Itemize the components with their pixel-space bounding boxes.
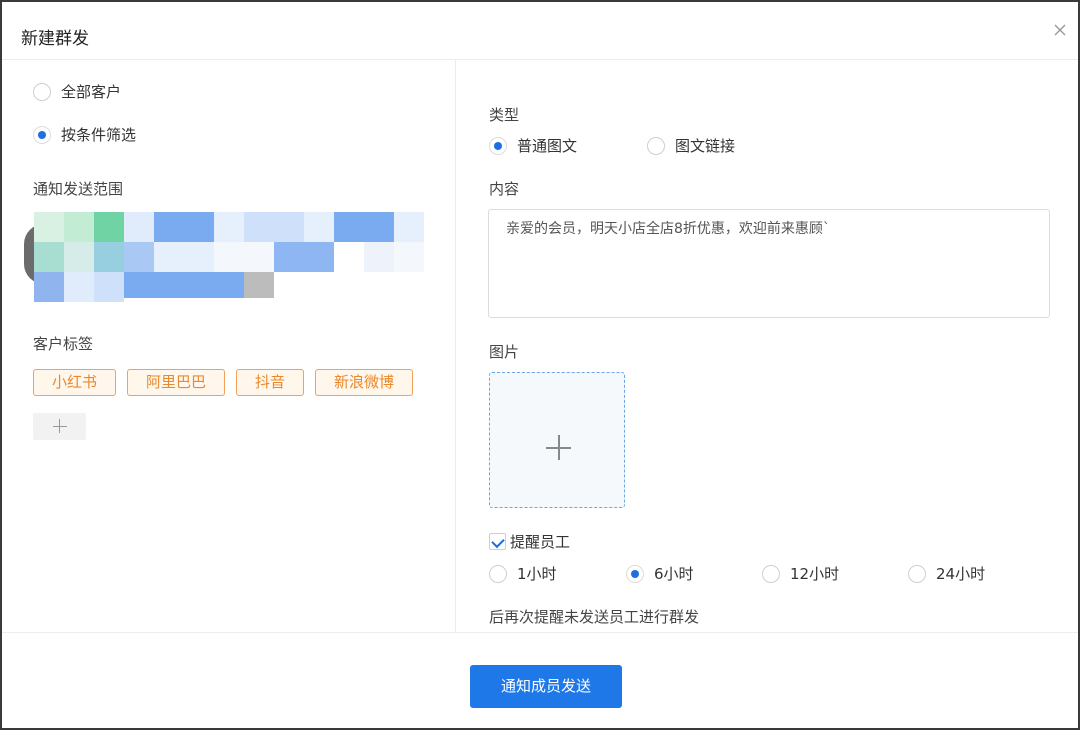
radio-interval-24h[interactable]: 24小时 xyxy=(908,563,985,584)
image-label: 图片 xyxy=(489,343,520,361)
tag-xiaohongshu[interactable]: 小红书 xyxy=(33,369,116,396)
close-icon[interactable] xyxy=(1052,22,1068,38)
checkbox-indicator[interactable] xyxy=(489,533,506,550)
radio-label: 图文链接 xyxy=(675,137,736,155)
message-panel: 类型 普通图文 图文链接 内容 亲爱的会员，明天小店全店8折优惠，欢迎前来惠顾`… xyxy=(456,60,1078,632)
radio-label: 12小时 xyxy=(790,565,840,583)
reminder-note: 后再次提醒未发送员工进行群发 xyxy=(489,608,700,626)
plus-icon xyxy=(558,435,560,460)
radio-label: 普通图文 xyxy=(517,137,578,155)
radio-label: 24小时 xyxy=(936,565,986,583)
radio-interval-1h[interactable]: 1小时 xyxy=(489,563,557,584)
remind-staff-checkbox[interactable]: 提醒员工 xyxy=(489,531,570,552)
radio-indicator[interactable] xyxy=(647,136,665,155)
scope-redacted-image xyxy=(24,212,424,304)
radio-type-link[interactable]: 图文链接 xyxy=(647,135,735,156)
radio-indicator[interactable] xyxy=(626,564,644,583)
add-tag-button[interactable] xyxy=(33,413,86,440)
tag-sina-weibo[interactable]: 新浪微博 xyxy=(315,369,413,396)
radio-indicator[interactable] xyxy=(33,82,51,101)
radio-all-customers[interactable]: 全部客户 xyxy=(33,81,121,102)
dialog-header: 新建群发 xyxy=(2,2,1078,60)
scope-label: 通知发送范围 xyxy=(33,180,124,198)
customer-tags-label: 客户标签 xyxy=(33,335,94,353)
radio-indicator[interactable] xyxy=(33,125,51,144)
radio-interval-6h[interactable]: 6小时 xyxy=(626,563,694,584)
tag-alibaba[interactable]: 阿里巴巴 xyxy=(127,369,225,396)
recipient-panel: 全部客户 按条件筛选 通知发送范围 客户标签 小红书 阿里巴巴 抖音 新浪微博 xyxy=(2,60,455,632)
radio-filter-by-condition[interactable]: 按条件筛选 xyxy=(33,124,136,145)
notify-members-send-button[interactable]: 通知成员发送 xyxy=(470,665,622,708)
radio-label: 全部客户 xyxy=(61,83,122,101)
radio-label: 6小时 xyxy=(654,565,694,583)
type-label: 类型 xyxy=(489,106,520,124)
dialog-title: 新建群发 xyxy=(21,29,89,49)
radio-indicator[interactable] xyxy=(762,564,780,583)
radio-type-plain[interactable]: 普通图文 xyxy=(489,135,577,156)
new-broadcast-dialog: 新建群发 全部客户 按条件筛选 通知发送范围 客户标签 小红书 阿里巴巴 抖音 … xyxy=(0,0,1080,730)
image-upload-button[interactable] xyxy=(489,372,625,508)
radio-indicator[interactable] xyxy=(489,136,507,155)
radio-label: 按条件筛选 xyxy=(61,126,137,144)
content-label: 内容 xyxy=(489,180,520,198)
checkbox-label: 提醒员工 xyxy=(510,533,571,551)
content-textarea[interactable]: 亲爱的会员，明天小店全店8折优惠，欢迎前来惠顾` xyxy=(488,209,1050,318)
radio-label: 1小时 xyxy=(517,565,557,583)
radio-indicator[interactable] xyxy=(489,564,507,583)
tag-douyin[interactable]: 抖音 xyxy=(236,369,304,396)
radio-interval-12h[interactable]: 12小时 xyxy=(762,563,839,584)
radio-indicator[interactable] xyxy=(908,564,926,583)
